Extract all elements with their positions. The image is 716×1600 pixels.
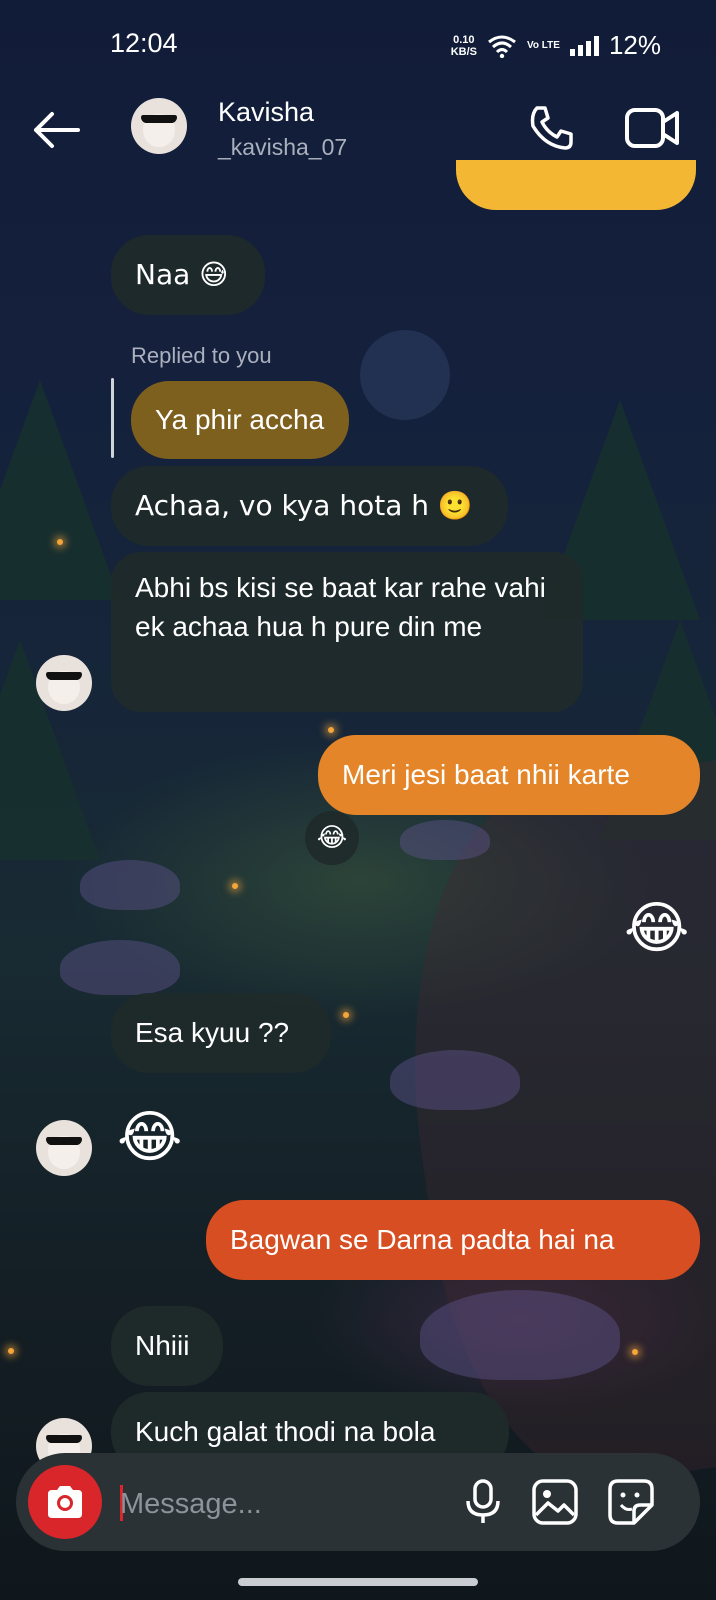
firefly-decoration bbox=[328, 727, 334, 733]
status-icons: 0.10 KB/S Vo LTE 12% bbox=[451, 30, 661, 61]
avatar[interactable] bbox=[36, 655, 92, 711]
network-speed: 0.10 KB/S bbox=[450, 33, 477, 58]
message-input[interactable] bbox=[118, 1477, 442, 1531]
tree-decoration bbox=[0, 380, 120, 600]
mushroom-decoration bbox=[400, 820, 490, 860]
camera-icon bbox=[48, 1486, 82, 1518]
message-bubble-incoming[interactable]: Achaa, vo kya hota h 🙂 bbox=[111, 466, 508, 546]
status-bar: 12:04 0.10 KB/S Vo LTE 12% bbox=[0, 0, 716, 90]
message-bubble-incoming[interactable]: Esa kyuu ?? bbox=[111, 993, 331, 1073]
mushroom-decoration bbox=[390, 1050, 520, 1110]
camera-button[interactable] bbox=[28, 1465, 102, 1539]
avatar[interactable] bbox=[36, 1120, 92, 1176]
home-indicator[interactable] bbox=[238, 1578, 478, 1586]
message-bubble-outgoing[interactable]: Meri jesi baat nhii karte bbox=[318, 735, 700, 815]
message-bubble-outgoing[interactable]: Bagwan se Darna padta hai na bbox=[206, 1200, 700, 1280]
volte-indicator: Vo LTE bbox=[526, 39, 560, 51]
message-bubble-incoming[interactable]: Abhi bs kisi se baat kar rahe vahi ek ac… bbox=[111, 552, 583, 712]
gallery-icon[interactable] bbox=[530, 1477, 580, 1527]
firefly-decoration bbox=[343, 1012, 349, 1018]
reply-indicator-line bbox=[111, 378, 114, 458]
mushroom-decoration bbox=[80, 860, 180, 910]
reaction-emoji[interactable]: 😂 bbox=[305, 811, 359, 865]
video-call-icon[interactable] bbox=[624, 106, 680, 150]
contact-username[interactable]: _kavisha_07 bbox=[218, 134, 347, 161]
wifi-icon bbox=[488, 35, 516, 58]
path-decoration bbox=[373, 758, 716, 1502]
avatar[interactable] bbox=[131, 98, 187, 154]
replied-quote-bubble[interactable]: Ya phir accha bbox=[131, 381, 349, 459]
back-arrow-icon[interactable] bbox=[30, 110, 82, 150]
firefly-decoration bbox=[57, 539, 63, 545]
message-composer bbox=[16, 1453, 700, 1551]
message-bubble-incoming[interactable]: Naa 😅 bbox=[111, 235, 265, 315]
status-time: 12:04 bbox=[110, 28, 178, 58]
battery-level: 12% bbox=[608, 30, 661, 60]
microphone-icon[interactable] bbox=[458, 1477, 508, 1527]
moon-decoration bbox=[360, 330, 450, 420]
firefly-decoration bbox=[632, 1349, 638, 1355]
firefly-decoration bbox=[8, 1348, 14, 1354]
sticker-icon[interactable] bbox=[606, 1477, 656, 1527]
emoji-message-incoming[interactable]: 😂 bbox=[117, 1105, 182, 1170]
message-bubble-incoming[interactable]: Nhiii bbox=[111, 1306, 223, 1386]
message-bubble-outgoing-partial[interactable] bbox=[456, 160, 696, 210]
emoji-message-outgoing[interactable]: 😂 bbox=[624, 896, 689, 961]
mushroom-decoration bbox=[60, 940, 180, 995]
phone-icon[interactable] bbox=[527, 104, 575, 152]
replied-label: Replied to you bbox=[131, 343, 272, 368]
firefly-decoration bbox=[232, 883, 238, 889]
mushroom-decoration bbox=[420, 1290, 620, 1380]
signal-icon bbox=[569, 35, 599, 56]
contact-name[interactable]: Kavisha bbox=[218, 97, 314, 128]
